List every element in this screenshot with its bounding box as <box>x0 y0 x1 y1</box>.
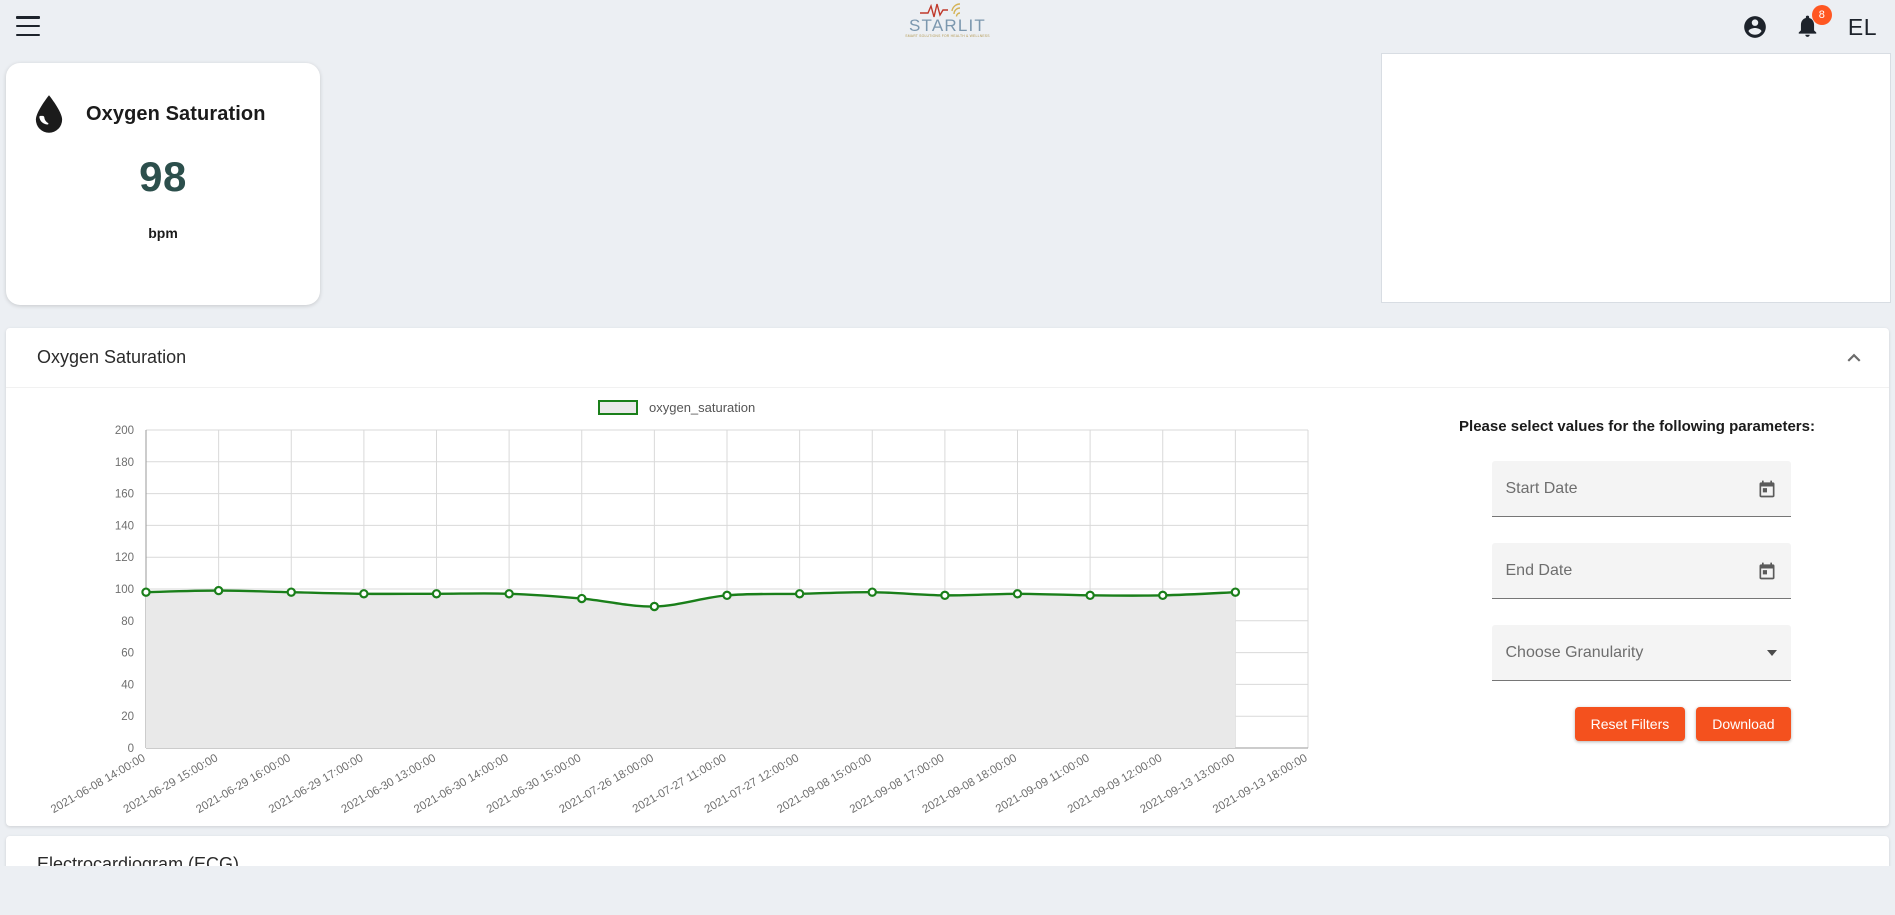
end-date-field[interactable]: End Date <box>1491 543 1791 599</box>
notifications-bell-icon[interactable]: 8 <box>1795 5 1832 40</box>
oxygen-saturation-section: Oxygen Saturation oxygen_saturation 0 20 4… <box>6 328 1889 826</box>
app-bar: STARLIT SMART SOLUTIONS FOR HEALTH & WEL… <box>0 0 1895 54</box>
kpi-title: Oxygen Saturation <box>86 102 266 125</box>
svg-text:20: 20 <box>121 711 134 723</box>
svg-text:200: 200 <box>115 425 134 437</box>
appbar-actions: 8 EL <box>1742 0 1877 54</box>
download-button[interactable]: Download <box>1696 707 1791 741</box>
oxygen-saturation-kpi-card: Oxygen Saturation 98 bpm <box>6 63 320 305</box>
kpi-header: Oxygen Saturation <box>6 63 320 133</box>
logo-wordmark: STARLIT <box>908 16 987 35</box>
hamburger-menu-icon[interactable] <box>16 16 40 36</box>
start-date-field[interactable]: Start Date <box>1491 461 1791 517</box>
start-date-label: Start Date <box>1505 479 1578 497</box>
svg-text:0: 0 <box>128 743 134 755</box>
svg-text:120: 120 <box>115 552 134 564</box>
reset-filters-button[interactable]: Reset Filters <box>1574 707 1686 741</box>
chart-legend[interactable]: oxygen_saturation <box>598 400 755 415</box>
account-circle-icon[interactable] <box>1742 14 1768 40</box>
filter-buttons: Reset Filters Download <box>1492 707 1791 741</box>
section-body: oxygen_saturation 0 20 40 60 80 100 120 140 160 1… <box>6 388 1889 826</box>
filters-heading: Please select values for the following p… <box>1459 418 1815 435</box>
chart-plot-svg[interactable]: 0204060801001201401601802002021-06-08 14… <box>6 418 1406 818</box>
chevron-up-icon[interactable] <box>1841 345 1867 371</box>
kpi-value: 98 <box>139 153 187 200</box>
legend-swatch-icon <box>598 400 638 415</box>
oxygen-saturation-chart: oxygen_saturation 0 20 40 60 80 100 120 140 160 1… <box>6 388 1406 826</box>
blood-drop-icon <box>35 95 63 133</box>
svg-text:60: 60 <box>121 648 134 660</box>
legend-label: oxygen_saturation <box>649 400 756 415</box>
filter-panel: Please select values for the following p… <box>1406 388 1876 826</box>
granularity-select[interactable]: Choose Granularity <box>1491 625 1791 681</box>
viewport-bottom-mask <box>0 866 1895 915</box>
user-initials[interactable]: EL <box>1848 14 1877 41</box>
svg-text:180: 180 <box>115 457 134 469</box>
end-date-label: End Date <box>1505 561 1573 579</box>
notification-count-badge: 8 <box>1811 5 1832 25</box>
calendar-icon[interactable] <box>1757 561 1777 581</box>
svg-text:140: 140 <box>115 520 134 532</box>
section-header: Oxygen Saturation <box>6 328 1889 388</box>
calendar-icon[interactable] <box>1757 479 1777 499</box>
granularity-label: Choose Granularity <box>1505 643 1644 661</box>
logo-tagline: SMART SOLUTIONS FOR HEALTH & WELLNESS <box>905 34 990 38</box>
svg-text:160: 160 <box>115 489 134 501</box>
svg-text:40: 40 <box>121 679 134 691</box>
kpi-unit: bpm <box>148 225 178 241</box>
empty-widget-panel <box>1381 53 1891 303</box>
svg-text:100: 100 <box>115 584 134 596</box>
section-title: Oxygen Saturation <box>37 347 187 367</box>
svg-text:80: 80 <box>121 616 134 628</box>
chevron-down-icon[interactable] <box>1766 649 1777 656</box>
starlit-logo[interactable]: STARLIT SMART SOLUTIONS FOR HEALTH & WEL… <box>893 1 1003 51</box>
